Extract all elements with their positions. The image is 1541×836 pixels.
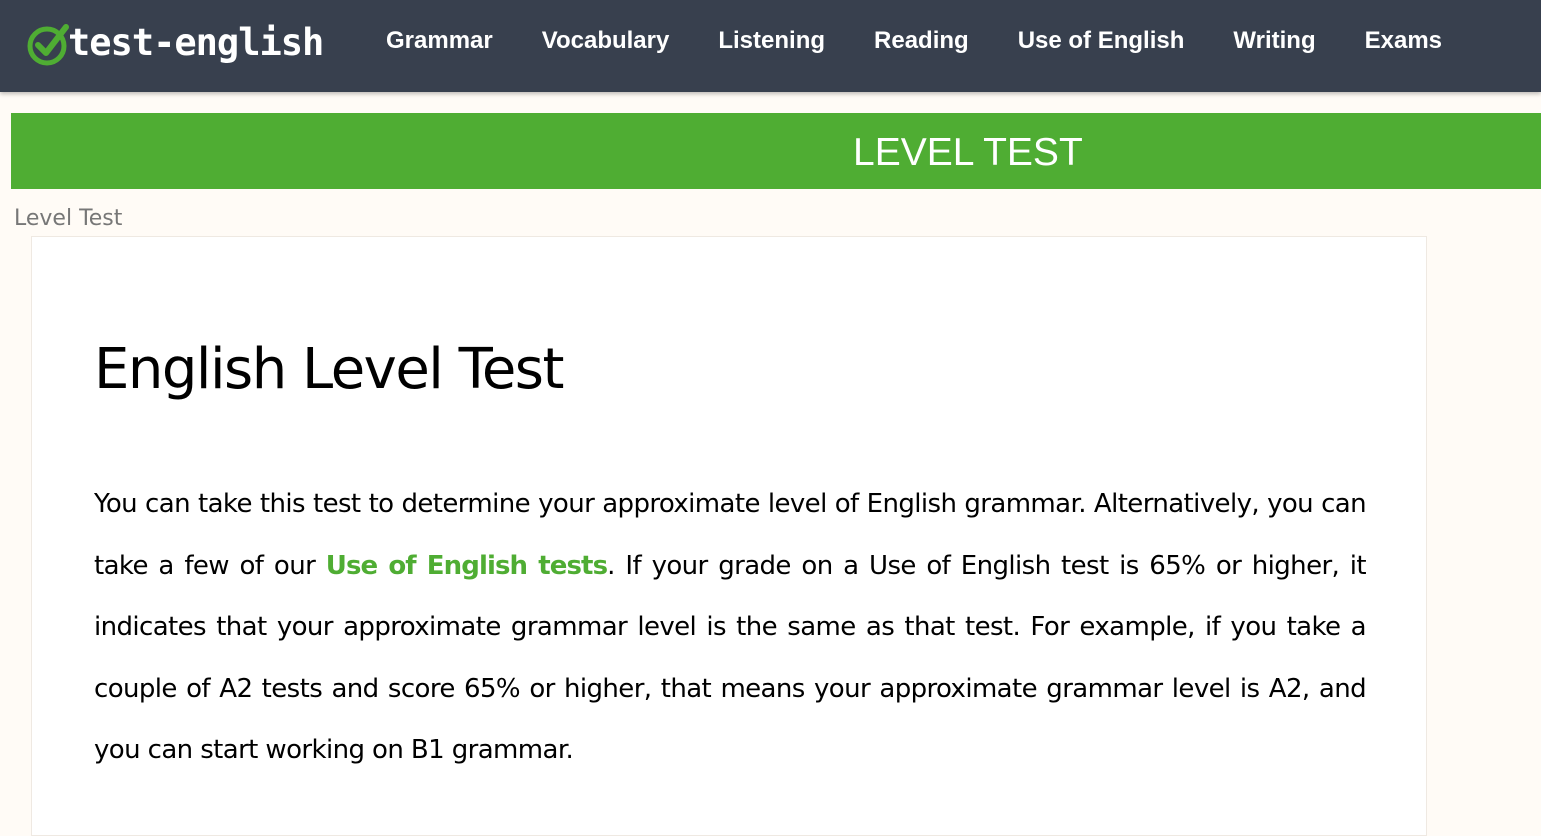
section-banner: LEVEL TEST [11,113,1541,189]
nav-item-grammar[interactable]: Grammar [386,27,493,55]
nav-item-exams[interactable]: Exams [1365,27,1442,55]
nav-item-writing[interactable]: Writing [1233,27,1315,55]
site-header: test-english Grammar Vocabulary Listenin… [0,0,1541,92]
main-nav: Grammar Vocabulary Listening Reading Use… [386,27,1442,55]
breadcrumb-current: Level Test [14,206,123,231]
page-title: English Level Test [94,337,564,402]
nav-item-reading[interactable]: Reading [874,27,969,55]
content-card: English Level Test You can take this tes… [31,236,1427,836]
use-of-english-tests-link[interactable]: Use of English tests [326,551,608,581]
check-circle-icon [27,24,69,66]
logo-text: test-english [68,20,324,64]
nav-item-use-of-english[interactable]: Use of English [1018,27,1185,55]
nav-item-listening[interactable]: Listening [718,27,825,55]
site-logo[interactable]: test-english [26,18,324,70]
banner-title: LEVEL TEST [853,131,1083,174]
breadcrumb: Level Test [14,206,122,231]
intro-text-end: . If your grade on a Use of English test… [94,550,1367,766]
intro-paragraph: You can take this test to determine your… [94,474,1367,782]
nav-item-vocabulary[interactable]: Vocabulary [542,27,670,55]
